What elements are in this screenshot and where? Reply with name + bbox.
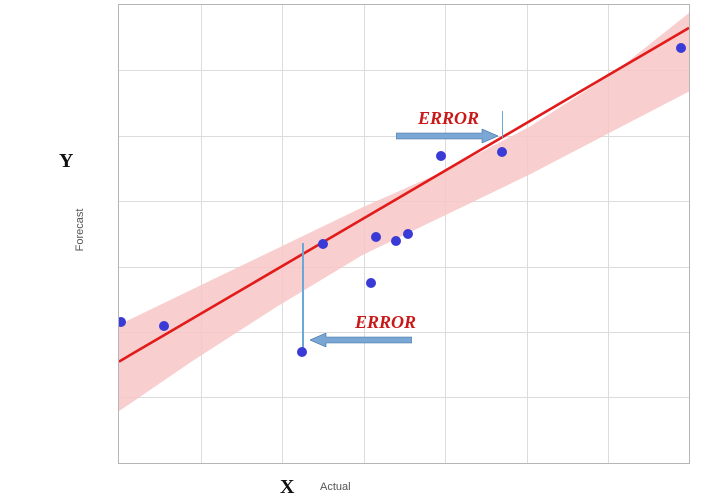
data-point xyxy=(391,236,401,246)
x-axis-label: Actual xyxy=(320,481,351,493)
error-segment xyxy=(302,243,303,352)
plot-area xyxy=(118,4,690,464)
data-point xyxy=(676,43,686,53)
data-point xyxy=(371,232,381,242)
data-point xyxy=(497,147,507,157)
error-annotation-lower: ERROR xyxy=(355,312,416,333)
arrow-right-icon xyxy=(396,129,498,143)
y-axis-label: Forecast xyxy=(74,209,86,252)
arrow-left-icon xyxy=(310,333,412,347)
error-annotation-upper: ERROR xyxy=(418,108,479,129)
data-point xyxy=(436,151,446,161)
y-axis-short-label: Y xyxy=(59,150,73,173)
data-point xyxy=(297,347,307,357)
data-point xyxy=(159,321,169,331)
data-point xyxy=(318,239,328,249)
error-segment xyxy=(502,111,503,138)
x-axis-short-label: X xyxy=(280,476,294,499)
